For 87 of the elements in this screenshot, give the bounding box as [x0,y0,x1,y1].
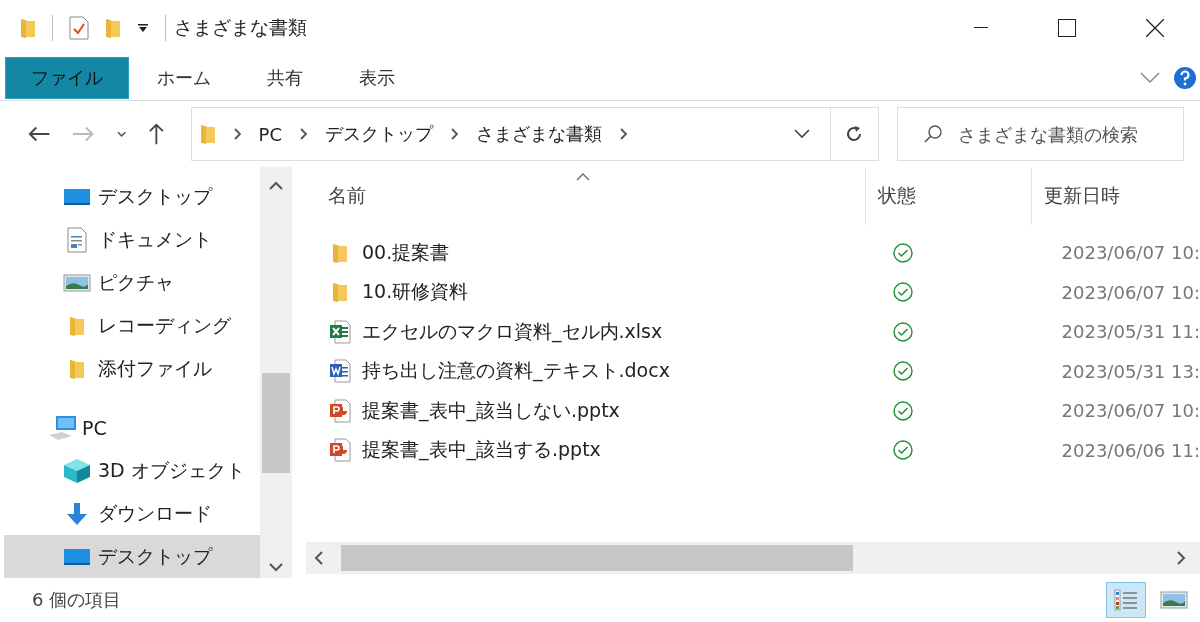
word-file-icon [329,359,351,384]
ribbon-tab[interactable]: ファイル [5,57,129,99]
close-icon[interactable] [1146,19,1164,37]
computer-icon [48,414,78,441]
help-icon[interactable] [1174,67,1196,89]
horizontal-scrollbar[interactable] [306,542,1200,574]
monitor-icon [63,546,91,567]
column-header[interactable]: 状態 [866,167,1032,225]
item-count: 6 個の項目 [32,588,122,612]
search-icon [923,124,943,144]
file-name[interactable]: 提案書_表中_該当しない.pptx [362,397,620,424]
navigation-item[interactable]: 添付ファイル [4,347,260,390]
modified-date: 2023/06/07 10: [1060,281,1200,303]
folder-icon [199,123,216,145]
navigation-item[interactable]: レコーディング [4,304,260,347]
up-arrow-icon[interactable] [147,122,165,146]
folder-icon [69,314,85,337]
modified-date: 2023/05/31 13: [1060,360,1200,382]
window-title: さまざまな書類 [174,15,307,40]
navigation-item[interactable]: ダウンロード [4,492,260,535]
folder-icon [105,17,121,39]
landscape-picture-icon [1160,590,1188,610]
down-arrow-icon [65,501,89,526]
presentation-file-icon [329,438,351,463]
maximize-icon[interactable] [1058,19,1076,37]
address-bar[interactable]: PC デスクトップ さまざまな書類 [190,107,831,161]
file-name[interactable]: 00.提案書 [362,239,450,266]
ribbon-tab[interactable]: ホーム [129,57,239,99]
chevron-right-icon [620,128,628,140]
column-header[interactable]: 名前 [306,167,866,225]
modified-date: 2023/06/07 10: [1060,242,1200,264]
sync-check-icon [893,440,914,461]
scrollbar-thumb[interactable] [262,373,290,473]
ribbon-tab[interactable]: 表示 [331,57,423,99]
sync-check-icon [893,400,914,421]
navigation-item[interactable]: デスクトップ [4,175,260,218]
details-list-icon [1113,588,1139,612]
chevron-right-icon [300,128,308,140]
file-name[interactable]: 10.研修資料 [362,279,469,306]
sync-check-icon [893,321,914,342]
spreadsheet-file-icon [329,319,351,344]
back-arrow-icon[interactable] [28,125,51,143]
breadcrumb-item[interactable]: PC [258,123,283,145]
folder-icon [69,357,85,380]
scroll-down-icon[interactable] [269,563,283,572]
scroll-right-icon[interactable] [1177,551,1186,565]
modified-date: 2023/05/31 11: [1060,321,1200,343]
file-name[interactable]: 持ち出し注意の資料_テキスト.docx [362,358,670,385]
navigation-item[interactable]: ドキュメント [4,218,260,261]
sort-caret-icon [576,173,590,181]
vertical-scrollbar[interactable] [260,167,292,578]
navigation-item[interactable]: ピクチャ [4,261,260,304]
properties-checkmark-icon[interactable] [69,16,89,40]
navigation-item[interactable]: デスクトップ [4,535,260,578]
chevron-right-icon [451,128,459,140]
navigation-item[interactable]: 3D オブジェクト [4,449,260,492]
sync-check-icon [893,282,914,303]
landscape-picture-icon [63,272,91,293]
navigation-item[interactable]: PC [4,406,260,449]
refresh-icon [845,125,864,143]
presentation-file-icon [329,398,351,423]
folder-icon [20,17,36,39]
folder-icon [332,241,348,264]
file-name[interactable]: エクセルのマクロ資料_セル内.xlsx [362,318,663,345]
scroll-up-icon[interactable] [269,181,283,190]
breadcrumb-item[interactable]: デスクトップ [325,122,434,146]
dropdown-caret-icon[interactable] [137,23,149,33]
recent-chevron-icon[interactable] [116,130,126,138]
document-icon [66,226,88,253]
ribbon-tab[interactable]: 共有 [239,57,331,99]
scrollbar-thumb[interactable] [341,545,853,571]
scroll-left-icon[interactable] [314,551,323,565]
column-header[interactable]: 更新日時 [1032,167,1200,225]
modified-date: 2023/06/06 11: [1060,439,1200,461]
file-name[interactable]: 提案書_表中_該当する.pptx [362,437,601,464]
sync-check-icon [893,361,914,382]
sync-check-icon [893,242,914,263]
refresh-button[interactable] [830,107,879,161]
chevron-right-icon [233,128,241,140]
search-field[interactable]: さまざまな書類の検索 [897,107,1184,161]
modified-date: 2023/06/07 10: [1060,400,1200,422]
monitor-icon [63,186,91,207]
breadcrumb-item[interactable]: さまざまな書類 [476,122,603,146]
chevron-down-icon[interactable] [793,129,810,139]
folder-icon [332,281,348,304]
cube-icon [63,457,91,484]
minimize-icon[interactable] [974,27,988,29]
